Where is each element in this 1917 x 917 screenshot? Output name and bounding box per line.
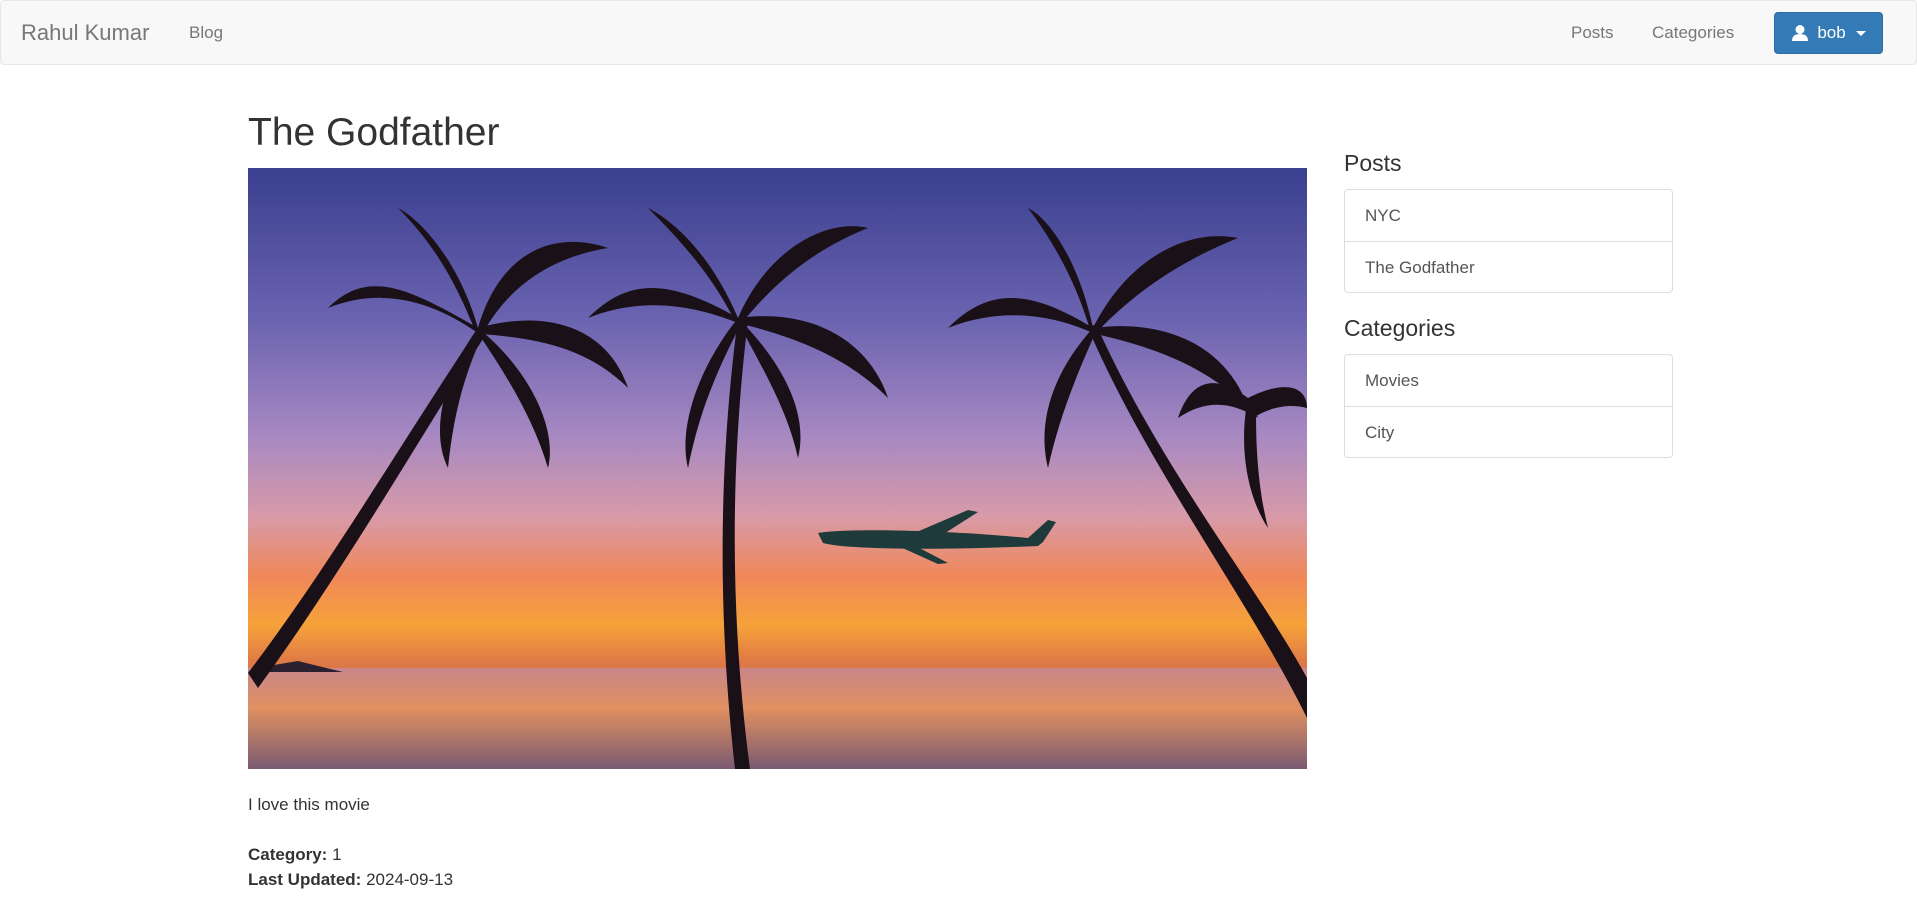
post-image (248, 168, 1307, 769)
post-category-label: Category: (248, 845, 328, 864)
post-last-updated: Last Updated: 2024-09-13 (248, 870, 453, 890)
post-title: The Godfather (248, 111, 500, 154)
sidebar-post-item[interactable]: NYC (1345, 190, 1672, 241)
sidebar-posts-heading: Posts (1344, 150, 1402, 176)
sidebar-category-item[interactable]: Movies (1345, 355, 1672, 406)
post-category: Category: 1 (248, 845, 342, 865)
sidebar-category-item[interactable]: City (1345, 406, 1672, 457)
top-navbar: Rahul Kumar Blog Posts Categories bob (0, 0, 1917, 65)
user-menu-button[interactable]: bob (1774, 12, 1883, 54)
navbar-brand[interactable]: Rahul Kumar (21, 20, 149, 46)
sidebar-post-item[interactable]: The Godfather (1345, 241, 1672, 292)
post-body: I love this movie (248, 795, 370, 814)
post-updated-value: 2024-09-13 (366, 870, 454, 889)
sidebar-categories-list: Movies City (1344, 354, 1673, 458)
user-menu-label: bob (1817, 23, 1846, 42)
sidebar-posts-list: NYC The Godfather (1344, 189, 1673, 293)
caret-down-icon (1855, 30, 1866, 36)
user-icon (1791, 24, 1809, 42)
nav-link-posts[interactable]: Posts (1571, 23, 1614, 43)
sidebar-categories-heading: Categories (1344, 315, 1456, 341)
nav-link-categories[interactable]: Categories (1652, 23, 1734, 43)
nav-link-blog[interactable]: Blog (189, 23, 223, 43)
post-updated-label: Last Updated: (248, 870, 362, 889)
post-category-value: 1 (332, 845, 342, 864)
